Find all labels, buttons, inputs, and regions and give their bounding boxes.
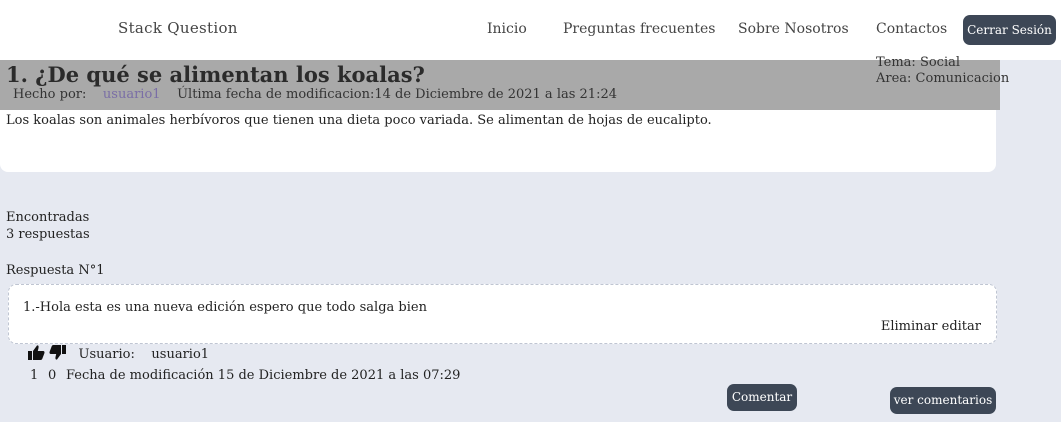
nav-link-about[interactable]: Sobre Nosotros <box>738 21 849 37</box>
area-text: Area: Comunicacion <box>876 71 1010 86</box>
thumbs-up-icon[interactable] <box>28 345 45 364</box>
nav-link-contacts[interactable]: Contactos <box>876 21 947 37</box>
brand-title[interactable]: Stack Question <box>118 19 238 37</box>
question-header: 1. ¿De qué se alimentan los koalas? Hech… <box>0 55 1009 110</box>
question-body: Los koalas son animales herbívoros que t… <box>6 113 712 128</box>
user-label: Usuario: <box>78 347 135 362</box>
answer-text: 1.-Hola esta es una nueva edición espero… <box>23 300 427 315</box>
answer-box: 1.-Hola esta es una nueva edición espero… <box>8 284 997 344</box>
edit-link[interactable]: editar <box>942 319 981 334</box>
topic-text: Tema: Social <box>876 55 961 70</box>
vote-row: Usuario: usuario1 <box>28 345 209 364</box>
delete-link[interactable]: Eliminar <box>881 319 938 334</box>
answer-label: Respuesta N°1 <box>6 263 105 278</box>
count-text: 3 respuestas <box>6 227 90 242</box>
author-link[interactable]: usuario1 <box>103 87 161 102</box>
question-card: 1. ¿De qué se alimentan los koalas? Hech… <box>0 55 1009 172</box>
answer-actions: Eliminar editar <box>881 319 981 334</box>
author-label: Hecho por: <box>13 87 87 102</box>
like-count: 1 <box>30 368 39 383</box>
answer-modified: Fecha de modificación 15 de Diciembre de… <box>66 368 461 383</box>
view-comments-button[interactable]: ver comentarios <box>890 387 996 414</box>
vote-counts: 1 0 Fecha de modificación 15 de Diciembre … <box>30 368 460 383</box>
question-title: 1. ¿De qué se alimentan los koalas? <box>6 62 425 87</box>
dislike-count: 0 <box>48 368 57 383</box>
modified-date: 14 de Diciembre de 2021 a las 21:24 <box>374 87 617 102</box>
logout-button[interactable]: Cerrar Sesión <box>963 15 1056 45</box>
answer-user[interactable]: usuario1 <box>151 347 209 362</box>
question-meta: Hecho por: usuario1 Última fecha de modi… <box>13 87 617 102</box>
nav-link-faq[interactable]: Preguntas frecuentes <box>563 21 715 37</box>
nav-link-inicio[interactable]: Inicio <box>487 21 527 37</box>
navbar: Stack Question Inicio Preguntas frecuent… <box>0 0 1061 60</box>
found-label: Encontradas <box>6 210 90 225</box>
thumbs-down-icon[interactable] <box>49 345 67 364</box>
modified-label: Última fecha de modificacion: <box>177 87 375 102</box>
question-topic: Tema: Social Area: Comunicacion <box>876 55 1009 87</box>
comment-button[interactable]: Comentar <box>727 384 797 411</box>
answers-count: Encontradas 3 respuestas <box>6 209 90 243</box>
